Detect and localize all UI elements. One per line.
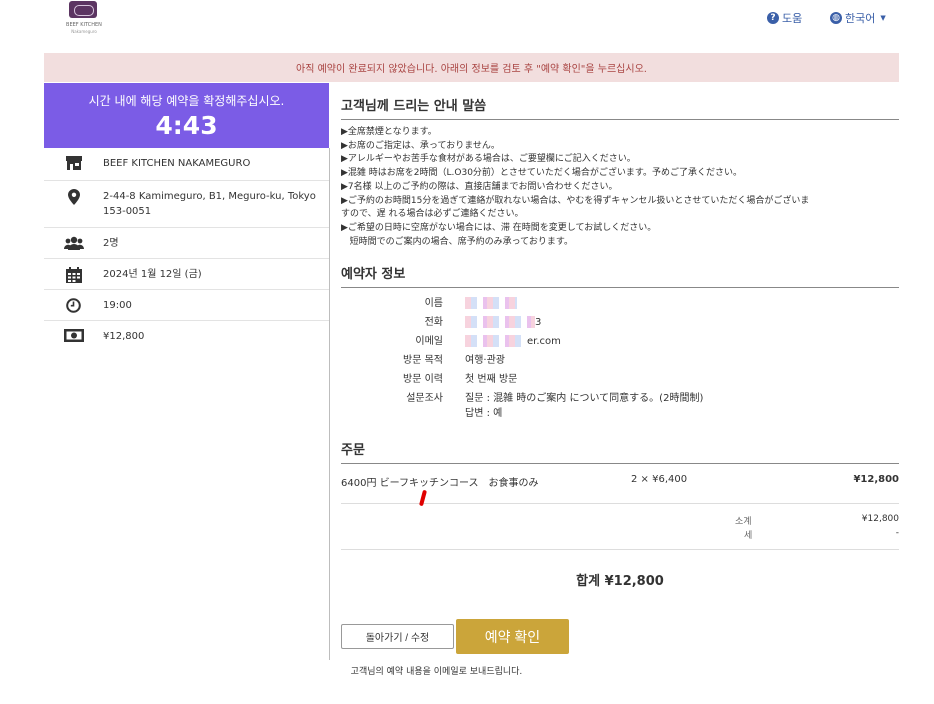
caret-down-icon: ▼ (880, 14, 886, 22)
countdown-box: 시간 내에 해당 예약을 확정해주십시오. 4:43 (44, 83, 329, 148)
tax-value: - (895, 528, 899, 539)
summary-price-text: ¥12,800 (103, 331, 145, 342)
notice-line: ▶ご予約のお時間15分を過ぎて連絡が取れない場合は、やむを得ずキャンセル扱いとさ… (341, 195, 810, 206)
info-row-name: 이름 (341, 294, 899, 313)
summary-party-size: 2명 (44, 228, 329, 259)
main-content: 고객님께 드리는 안내 말씀 ▶全席禁煙となります。 ▶お席のご指定は、承ってお… (341, 83, 899, 655)
calendar-icon (44, 259, 103, 283)
notice-line: ▶お席のご指定は、承っておりません。 (341, 140, 500, 151)
summary-restaurant-text: BEEF KITCHEN NAKAMEGURO (103, 158, 251, 169)
language-label: 한국어 (845, 12, 876, 25)
notice-line: ▶アレルギーやお苦手な食材がある場合は、ご要望欄にご記入ください。 (341, 154, 636, 165)
question-icon: ? (767, 12, 779, 24)
globe-icon: ◍ (830, 12, 842, 24)
summary-date: 2024년 1월 12일 (금) (44, 259, 329, 290)
order-item-qty: 2 × ¥6,400 (631, 474, 688, 486)
footer-text: 고객님의 예약 내용을 이메일로 보내드립니다. (350, 667, 523, 677)
info-row-email: 이메일 er.com (341, 332, 899, 351)
notice-line: すので、遅 れる場合は必ずご連絡ください。 (341, 209, 524, 220)
reservation-title: 예약자 정보 (341, 251, 899, 289)
map-pin-icon (44, 181, 103, 205)
order-title: 주문 (341, 427, 899, 465)
timer-value: 4:43 (155, 111, 218, 140)
phone-label: 전화 (424, 317, 443, 329)
summary-address: 2-44-8 Kamimeguro, B1, Meguro-ku, Tokyo … (44, 181, 329, 228)
timer-label: 시간 내에 해당 예약을 확정해주십시오. (88, 94, 285, 108)
purpose-label: 방문 목적 (403, 355, 443, 367)
notice-line: ▶混雑 時はお席を2時間（L.O30分前）とさせていただく場合がございます。予め… (341, 168, 743, 179)
phone-suffix: 3 (535, 317, 542, 329)
notice-title: 고객님께 드리는 안내 말씀 (341, 83, 899, 120)
help-link[interactable]: ? 도움 (767, 10, 802, 26)
logo-text: BEEF KITCHEN (66, 22, 102, 28)
back-edit-button[interactable]: 돌아가기 / 수정 (341, 624, 454, 650)
money-icon (44, 321, 103, 342)
order-total: 합계 ¥12,800 (576, 574, 664, 590)
notice-text: ▶全席禁煙となります。 ▶お席のご指定は、承っておりません。 ▶アレルギーやお苦… (341, 126, 899, 249)
survey-label: 설문조사 (406, 393, 443, 405)
survey-answer: 답변 : 예 (465, 408, 503, 420)
notice-line: ▶7名様 以上のご予約の際は、直接店舗までお問い合わせください。 (341, 181, 618, 192)
info-row-phone: 전화 3 (341, 313, 899, 332)
reservation-summary: BEEF KITCHEN NAKAMEGURO 2-44-8 Kamimegur… (44, 148, 329, 351)
history-value: 첫 번째 방문 (465, 374, 518, 386)
summary-time-text: 19:00 (103, 300, 132, 311)
order-item-row: 6400円 ビーフキッチンコース お食事のみ 2 × ¥6,400 ¥12,80… (341, 464, 899, 507)
notice-line: ▶ご希望の日時に空席がない場合には、滞 在時間を変更してお試しください。 (341, 222, 657, 233)
email-label: 이메일 (415, 336, 443, 348)
order-item-name: 6400円 ビーフキッチンコース お食事のみ (341, 478, 539, 490)
summary-price: ¥12,800 (44, 321, 329, 351)
summary-time: 19:00 (44, 290, 329, 321)
redacted-email (465, 335, 527, 348)
history-label: 방문 이력 (403, 374, 443, 386)
logo-image (69, 1, 97, 18)
survey-value: 질문 : 混雑 時のご案内 について同意する。(2時間制) 답변 : 예 (465, 389, 899, 421)
survey-question: 질문 : 混雑 時のご案内 について同意する。(2時間制) (465, 393, 704, 405)
order-item-price: ¥12,800 (853, 474, 899, 486)
logo-subtext: Nakameguro (71, 29, 97, 34)
reservation-info: 이름 전화 3 이메일 er.com 방문 목적 여행·관광 방문 이력 첫 번… (341, 294, 899, 421)
redacted-phone (465, 316, 535, 329)
subtotal-label: 소계 (735, 517, 752, 528)
email-suffix: er.com (527, 336, 561, 348)
info-row-survey: 설문조사 질문 : 混雑 時のご案内 について同意する。(2時間制) 답변 : … (341, 389, 899, 421)
subtotal-value: ¥12,800 (861, 514, 899, 525)
restaurant-logo: BEEF KITCHEN Nakameguro (62, 0, 106, 36)
email-value: er.com (465, 332, 899, 351)
summary-party-text: 2명 (103, 238, 119, 249)
confirm-reservation-button[interactable]: 예약 확인 (456, 619, 569, 655)
name-value (465, 294, 899, 313)
help-label: 도움 (782, 12, 803, 25)
name-label: 이름 (424, 298, 443, 310)
summary-address-text: 2-44-8 Kamimeguro, B1, Meguro-ku, Tokyo … (103, 191, 316, 217)
clock-icon (44, 290, 103, 313)
tax-label: 세 (744, 531, 753, 542)
people-icon (44, 228, 103, 250)
notice-line: ▶全席禁煙となります。 (341, 127, 437, 137)
purpose-value: 여행·관광 (465, 355, 505, 367)
phone-value: 3 (465, 313, 899, 332)
action-buttons: 돌아가기 / 수정 예약 확인 (341, 619, 899, 655)
language-selector[interactable]: ◍ 한국어 ▼ (830, 10, 886, 26)
info-row-history: 방문 이력 첫 번째 방문 (341, 370, 899, 389)
summary-restaurant: BEEF KITCHEN NAKAMEGURO (44, 148, 329, 181)
notice-line: 短時間でのご案内の場合、席予約のみ承っております。 (341, 236, 573, 247)
info-row-purpose: 방문 목적 여행·관광 (341, 351, 899, 370)
column-divider (329, 148, 330, 660)
footer-note: 고객님의 예약 내용을 이메일로 보내드립니다. (0, 664, 934, 677)
incomplete-alert: 아직 예약이 완료되지 않았습니다. 아래의 정보를 검토 후 "예약 확인"을… (44, 53, 899, 82)
summary-date-text: 2024년 1월 12일 (금) (103, 269, 202, 280)
redacted-name (465, 297, 517, 310)
store-icon (44, 148, 103, 171)
order-subtotals: 소계 ¥12,800 세 - (341, 504, 899, 551)
